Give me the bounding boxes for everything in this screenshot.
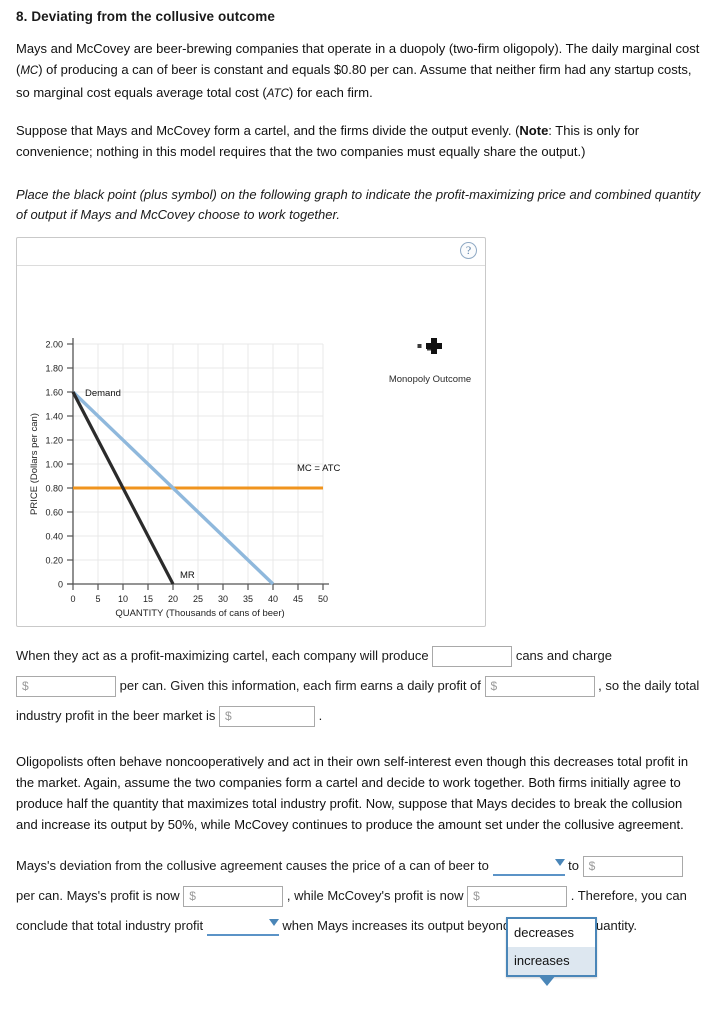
ytick-1.20: 1.20 — [45, 436, 63, 446]
intro-part-c: ) for each firm. — [288, 85, 373, 100]
ytick-0.40: 0.40 — [45, 532, 63, 542]
note-label: Note — [519, 123, 549, 138]
oligopolist-paragraph: Oligopolists often behave noncooperative… — [16, 754, 689, 832]
cartel-text-5: . — [318, 708, 323, 723]
ytick-1.40: 1.40 — [45, 412, 63, 422]
worksheet-page: 8. Deviating from the collusive outcome … — [0, 9, 720, 1024]
page-title: 8. Deviating from the collusive outcome — [16, 9, 704, 24]
ytick-1.60: 1.60 — [45, 388, 63, 398]
cartel-quantity-input[interactable] — [432, 646, 513, 668]
deviation-text-1: Mays's deviation from the collusive agre… — [16, 858, 489, 873]
monopoly-outcome-label: Monopoly Outcome — [388, 374, 472, 385]
xtick-40: 40 — [268, 594, 278, 604]
cartel-text-2: cans and charge — [515, 648, 612, 663]
chevron-down-icon — [268, 919, 279, 927]
deviation-text-2: to — [568, 858, 579, 873]
mc-symbol: MC — [20, 65, 39, 77]
direction-dropdown-menu[interactable]: decreases increases — [506, 917, 597, 986]
ytick-0.60: 0.60 — [45, 508, 63, 518]
mccovey-profit-input[interactable]: $ — [467, 886, 568, 908]
plus-symbol-icon[interactable] — [417, 338, 443, 360]
question-title: Deviating from the collusive outcome — [31, 9, 275, 24]
intro-paragraph: Mays and McCovey are beer-brewing compan… — [16, 38, 704, 105]
cartel-paragraph: Suppose that Mays and McCovey form a car… — [16, 120, 704, 162]
ytick-1.00: 1.00 — [45, 460, 63, 470]
dollar-prefix: $ — [490, 679, 498, 694]
dollar-prefix: $ — [473, 889, 480, 904]
x-axis-tick-labels: 0 5 10 15 20 25 30 35 40 45 50 — [70, 594, 328, 604]
dollar-prefix: $ — [588, 859, 596, 874]
ytick-0: 0 — [58, 580, 63, 590]
cartel-text-1: When they act as a profit-maximizing car… — [16, 648, 429, 663]
question-number: 8. — [16, 9, 28, 24]
cartel-part-a: Suppose that Mays and McCovey form a car… — [16, 123, 520, 138]
ytick-0.80: 0.80 — [45, 484, 63, 494]
ytick-1.80: 1.80 — [45, 364, 63, 374]
cartel-firm-profit-input[interactable]: $ — [484, 676, 595, 698]
xtick-15: 15 — [143, 594, 153, 604]
price-direction-dropdown[interactable] — [492, 857, 565, 877]
y-axis-tick-labels: 2.00 1.80 1.60 1.40 1.20 1.00 0.80 0.60 … — [45, 340, 63, 590]
deviation-text-3: per can. Mays's profit is now — [16, 888, 180, 903]
xtick-0: 0 — [70, 594, 75, 604]
dollar-prefix: $ — [22, 679, 29, 694]
label-demand: Demand — [85, 388, 121, 399]
xtick-25: 25 — [193, 594, 203, 604]
xtick-35: 35 — [243, 594, 253, 604]
dropdown-option-decreases[interactable]: decreases — [508, 919, 595, 947]
dollar-prefix: $ — [225, 709, 232, 724]
x-axis-ticks — [72, 584, 324, 590]
graph-panel: ? 2.00 1.80 1.60 1.40 1.20 1.00 0.80 0.6… — [16, 237, 486, 627]
chevron-down-icon — [554, 859, 565, 867]
xtick-45: 45 — [293, 594, 303, 604]
xtick-30: 30 — [218, 594, 228, 604]
industry-profit-direction-dropdown[interactable] — [206, 917, 279, 937]
xtick-5: 5 — [95, 594, 100, 604]
x-axis-title: QUANTITY (Thousands of cans of beer) — [115, 608, 284, 619]
atc-symbol: ATC — [266, 88, 289, 100]
cartel-answer-block: When they act as a profit-maximizing car… — [16, 641, 704, 731]
chart-svg: 2.00 1.80 1.60 1.40 1.20 1.00 0.80 0.60 … — [29, 338, 341, 619]
xtick-50: 50 — [318, 594, 328, 604]
deviation-price-input[interactable]: $ — [582, 856, 683, 878]
xtick-20: 20 — [168, 594, 178, 604]
y-axis-ticks — [67, 343, 73, 585]
graph-panel-header: ? — [17, 238, 485, 266]
mays-profit-input[interactable]: $ — [183, 886, 284, 908]
dropdown-option-increases[interactable]: increases — [508, 947, 595, 975]
ytick-0.20: 0.20 — [45, 556, 63, 566]
graph-instruction: Place the black point (plus symbol) on t… — [16, 187, 701, 222]
cartel-text-3: per can. Given this information, each fi… — [119, 678, 481, 693]
cartel-industry-profit-input[interactable]: $ — [219, 706, 316, 728]
dollar-prefix: $ — [189, 889, 196, 904]
label-mr: MR — [180, 570, 195, 581]
xtick-10: 10 — [118, 594, 128, 604]
help-icon[interactable]: ? — [460, 242, 477, 259]
plot-area[interactable]: 2.00 1.80 1.60 1.40 1.20 1.00 0.80 0.60 … — [17, 266, 485, 626]
ytick-2.00: 2.00 — [45, 340, 63, 350]
dropdown-pointer-tail — [538, 975, 556, 986]
deviation-answer-block: Mays's deviation from the collusive agre… — [16, 851, 704, 941]
y-axis-title: PRICE (Dollars per can) — [29, 413, 40, 515]
cartel-price-input[interactable]: $ — [16, 676, 116, 698]
monopoly-outcome-legend: Monopoly Outcome — [385, 338, 475, 385]
label-mc-atc: MC = ATC — [297, 463, 341, 474]
deviation-text-4: , while McCovey's profit is now — [286, 888, 464, 903]
